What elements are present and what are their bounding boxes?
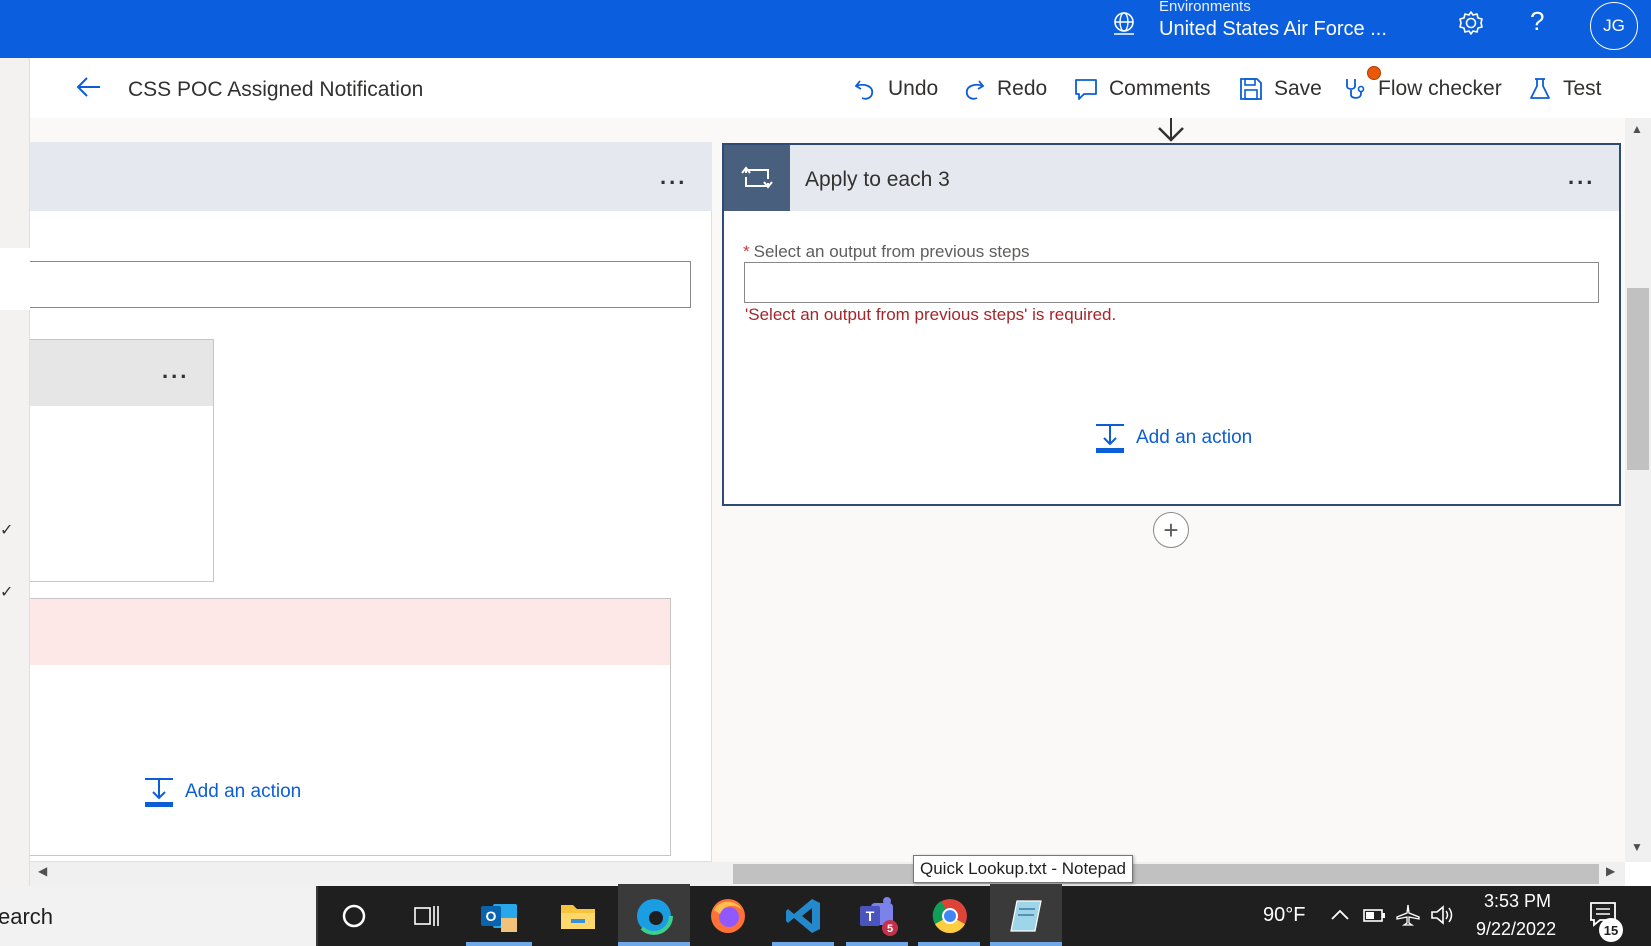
left-rail [0, 58, 30, 886]
gear-icon[interactable] [1456, 8, 1486, 38]
apply-card-more-button[interactable]: ... [1568, 164, 1595, 190]
vscode-running-indicator [772, 942, 834, 946]
vscode-icon[interactable] [780, 892, 828, 940]
cortana-icon[interactable] [330, 892, 378, 940]
environment-name[interactable]: United States Air Force ... [1159, 18, 1387, 41]
vertical-scrollbar[interactable] [1625, 118, 1651, 862]
flask-icon [1530, 78, 1550, 99]
undo-button[interactable]: Undo [852, 76, 938, 102]
add-action-label: Add an action [1136, 427, 1253, 448]
validation-error-message: 'Select an output from previous steps' i… [745, 305, 1117, 324]
flow-checker-warning-dot [1367, 66, 1381, 80]
environment-globe-icon[interactable] [1110, 10, 1138, 38]
outlook-icon[interactable]: O [475, 892, 523, 940]
test-label: Test [1563, 77, 1602, 100]
environments-label: Environments [1159, 0, 1251, 15]
required-asterisk: * [743, 242, 750, 261]
save-button[interactable]: Save [1238, 76, 1322, 102]
back-arrow-icon[interactable] [74, 74, 104, 100]
airplane-mode-icon[interactable] [1394, 903, 1422, 927]
notepad-running-indicator [990, 942, 1062, 946]
svg-text:T: T [866, 908, 875, 924]
add-action-button-apply[interactable]: Add an action [1094, 422, 1252, 454]
taskbar-search-text: earch [0, 904, 54, 929]
redo-icon [965, 80, 985, 100]
scroll-right-icon[interactable]: ▶ [1606, 864, 1615, 878]
file-explorer-icon[interactable] [554, 892, 602, 940]
battery-icon[interactable] [1360, 903, 1388, 927]
scroll-left-icon[interactable]: ◀ [38, 864, 47, 878]
weather-temperature[interactable]: 90°F [1263, 904, 1305, 927]
help-icon[interactable]: ? [1530, 6, 1544, 37]
teams-running-indicator [846, 942, 908, 946]
notification-count-badge: 15 [1599, 918, 1623, 942]
error-branch-card-header[interactable] [30, 599, 670, 665]
comments-label: Comments [1109, 77, 1211, 100]
top-bar [0, 0, 1651, 58]
loop-icon [741, 166, 773, 189]
check-mark-icon: ✓ [0, 522, 14, 539]
teams-icon[interactable]: T5 [854, 892, 902, 940]
select-output-label-text: Select an output from previous steps [753, 242, 1030, 261]
scroll-up-icon[interactable]: ▲ [1631, 122, 1643, 136]
left-card-input[interactable] [30, 261, 691, 308]
clock-time[interactable]: 3:53 PM [1484, 891, 1551, 912]
redo-label: Redo [997, 77, 1048, 100]
chevron-down-icon [1158, 118, 1184, 142]
select-output-input[interactable] [744, 262, 1599, 303]
redo-button[interactable]: Redo [961, 76, 1047, 102]
add-action-button-left[interactable]: Add an action [143, 776, 301, 808]
svg-text:O: O [486, 908, 497, 924]
chrome-running-indicator [918, 942, 980, 946]
vertical-scrollbar-thumb[interactable] [1627, 288, 1649, 470]
insert-step-button[interactable]: + [1153, 512, 1189, 548]
firefox-icon[interactable] [704, 892, 752, 940]
select-output-label: * Select an output from previous steps [743, 242, 1030, 262]
user-avatar[interactable]: JG [1590, 2, 1638, 50]
left-branch-card-header[interactable] [30, 142, 712, 211]
clock-date[interactable]: 9/22/2022 [1476, 919, 1556, 940]
chrome-icon[interactable] [926, 892, 974, 940]
task-view-icon[interactable] [403, 892, 451, 940]
flow-title: CSS POC Assigned Notification [128, 78, 424, 101]
chevron-up-icon[interactable] [1326, 903, 1354, 927]
apply-to-each-icon-box [724, 145, 790, 211]
taskbar-tooltip: Quick Lookup.txt - Notepad [913, 855, 1134, 883]
horizontal-scrollbar-thumb[interactable] [733, 864, 1599, 884]
nested-card-more-button[interactable]: ... [162, 358, 189, 384]
save-label: Save [1274, 77, 1322, 100]
comments-button[interactable]: Comments [1073, 76, 1211, 102]
add-action-label: Add an action [185, 781, 302, 802]
add-action-icon [145, 778, 173, 807]
add-action-icon [1096, 424, 1124, 453]
left-card-more-button[interactable]: ... [660, 164, 687, 190]
apply-to-each-title[interactable]: Apply to each 3 [805, 168, 950, 192]
undo-label: Undo [888, 77, 939, 100]
undo-icon [854, 80, 874, 100]
scroll-down-icon[interactable]: ▼ [1631, 840, 1643, 854]
flow-checker-label: Flow checker [1378, 77, 1502, 100]
teams-badge-count: 5 [887, 923, 893, 935]
volume-icon[interactable] [1428, 903, 1456, 927]
stethoscope-icon [1346, 79, 1365, 99]
comment-icon [1075, 79, 1097, 100]
flow-checker-button[interactable]: Flow checker [1342, 76, 1502, 102]
outlook-running-indicator [466, 942, 532, 946]
check-mark-icon: ✓ [0, 584, 14, 601]
edge-icon[interactable] [630, 892, 678, 940]
notepad-icon[interactable] [1002, 892, 1050, 940]
left-rail-highlight [0, 248, 30, 310]
test-button[interactable]: Test [1527, 76, 1602, 102]
edge-running-indicator [618, 942, 690, 946]
save-icon [1240, 78, 1262, 100]
